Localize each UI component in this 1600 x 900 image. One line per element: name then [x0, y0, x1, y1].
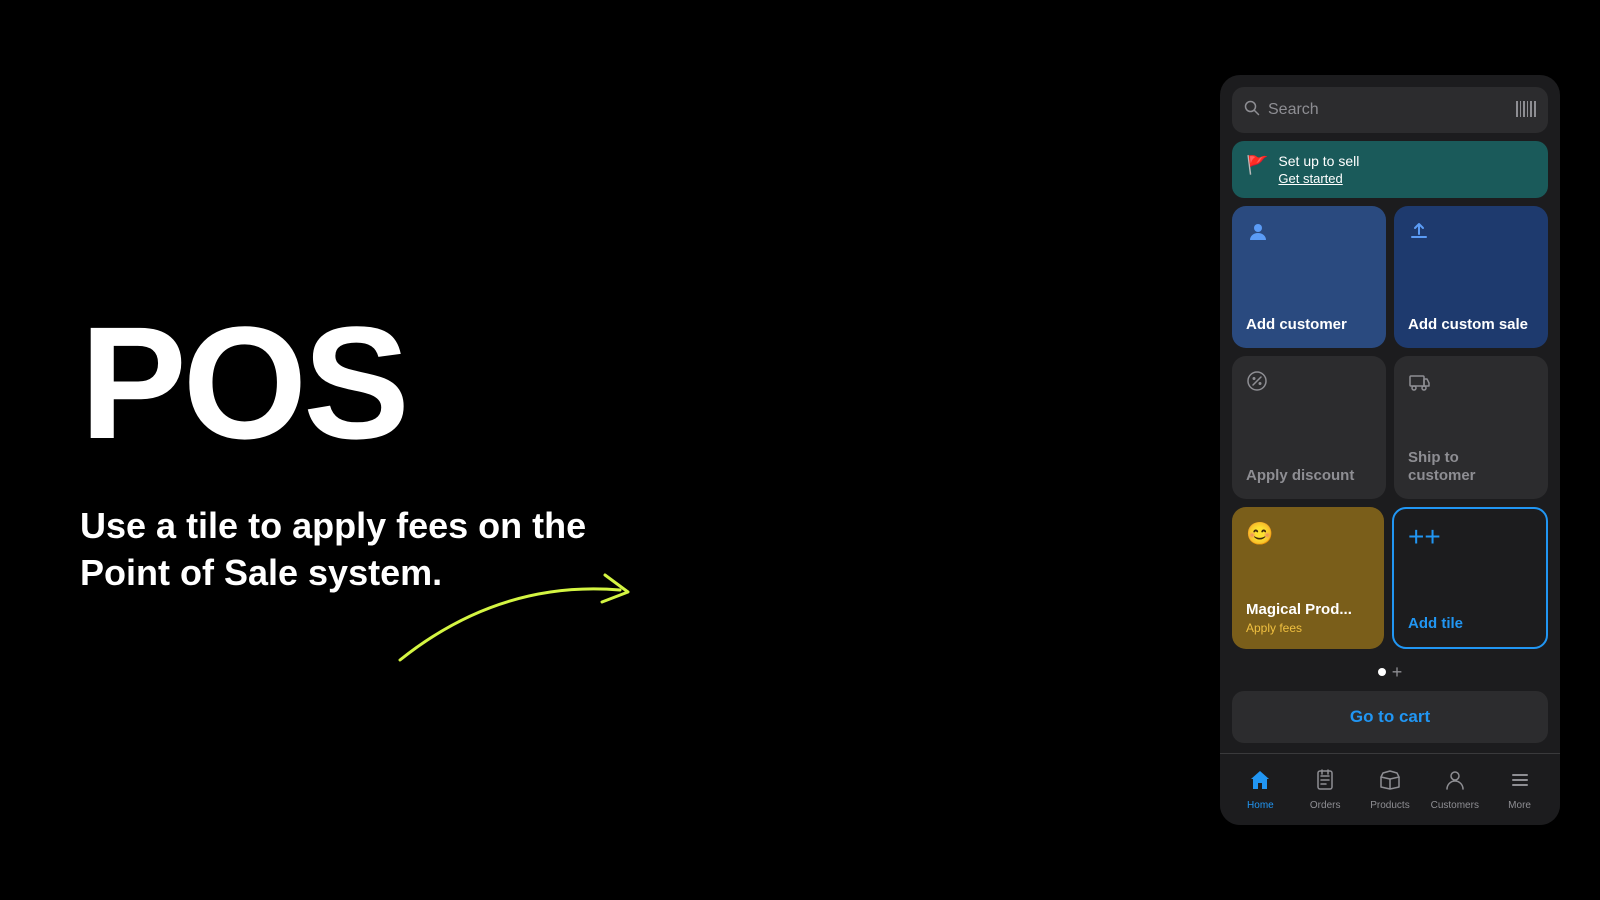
go-to-cart-button[interactable]: Go to cart: [1232, 691, 1548, 743]
tile-ship-to-customer[interactable]: Ship tocustomer: [1394, 356, 1548, 498]
plus-icon: +: [1408, 521, 1441, 553]
tile-apply-discount-label: Apply discount: [1246, 467, 1372, 485]
pagination-dot-active: [1378, 668, 1386, 676]
pagination: +: [1220, 657, 1560, 691]
more-icon: [1509, 769, 1531, 797]
tiles-row-3: 😊 Magical Prod... Apply fees + Add tile: [1232, 507, 1548, 649]
search-icon: [1244, 100, 1260, 121]
emoji-icon: 😊: [1246, 521, 1273, 547]
nav-item-products[interactable]: Products: [1362, 769, 1417, 811]
setup-link[interactable]: Get started: [1278, 171, 1359, 186]
tile-add-tile[interactable]: + Add tile: [1392, 507, 1548, 649]
tiles-container: Add customer Add custom sale: [1220, 206, 1560, 657]
nav-more-label: More: [1508, 800, 1531, 811]
discount-icon: [1246, 370, 1268, 398]
tile-magical-product-sublabel: Apply fees: [1246, 621, 1370, 635]
flag-icon: 🚩: [1246, 155, 1268, 176]
orders-icon: [1314, 769, 1336, 797]
nav-customers-label: Customers: [1431, 800, 1479, 811]
pagination-add[interactable]: +: [1392, 663, 1403, 681]
phone-panel: Search 🚩 Set up to sell Get started: [1220, 75, 1560, 825]
go-to-cart-label: Go to cart: [1350, 707, 1430, 727]
tile-ship-to-customer-label: Ship tocustomer: [1408, 449, 1534, 485]
nav-item-more[interactable]: More: [1492, 769, 1547, 811]
upload-icon: [1408, 220, 1430, 248]
tiles-row-2: Apply discount Ship tocustomer: [1232, 356, 1548, 498]
left-panel: POS Use a tile to apply fees on the Poin…: [0, 0, 920, 900]
tiles-row-1: Add customer Add custom sale: [1232, 206, 1548, 348]
customers-icon: [1444, 769, 1466, 797]
search-placeholder: Search: [1268, 101, 1516, 119]
nav-item-customers[interactable]: Customers: [1427, 769, 1482, 811]
setup-content: Set up to sell Get started: [1278, 153, 1359, 186]
arrow-decoration: [380, 560, 660, 680]
tile-apply-discount[interactable]: Apply discount: [1232, 356, 1386, 498]
tile-add-customer-label: Add customer: [1246, 316, 1372, 334]
setup-banner[interactable]: 🚩 Set up to sell Get started: [1232, 141, 1548, 198]
home-icon: [1249, 769, 1271, 797]
tile-magical-product[interactable]: 😊 Magical Prod... Apply fees: [1232, 507, 1384, 649]
nav-item-orders[interactable]: Orders: [1298, 769, 1353, 811]
tile-add-customer[interactable]: Add customer: [1232, 206, 1386, 348]
pos-title: POS: [80, 303, 840, 463]
nav-orders-label: Orders: [1310, 800, 1341, 811]
products-icon: [1379, 769, 1401, 797]
tile-add-custom-sale[interactable]: Add custom sale: [1394, 206, 1548, 348]
tile-add-tile-label: Add tile: [1408, 615, 1532, 633]
search-bar[interactable]: Search: [1232, 87, 1548, 133]
nav-home-label: Home: [1247, 800, 1274, 811]
person-icon: [1246, 220, 1270, 250]
tile-magical-product-label: Magical Prod...: [1246, 601, 1370, 619]
tile-add-custom-sale-label: Add custom sale: [1408, 316, 1534, 334]
nav-products-label: Products: [1370, 800, 1409, 811]
nav-item-home[interactable]: Home: [1233, 769, 1288, 811]
barcode-icon[interactable]: [1516, 101, 1536, 120]
bottom-nav: Home Orders Products: [1220, 753, 1560, 825]
setup-title: Set up to sell: [1278, 153, 1359, 169]
ship-icon: [1408, 370, 1430, 397]
